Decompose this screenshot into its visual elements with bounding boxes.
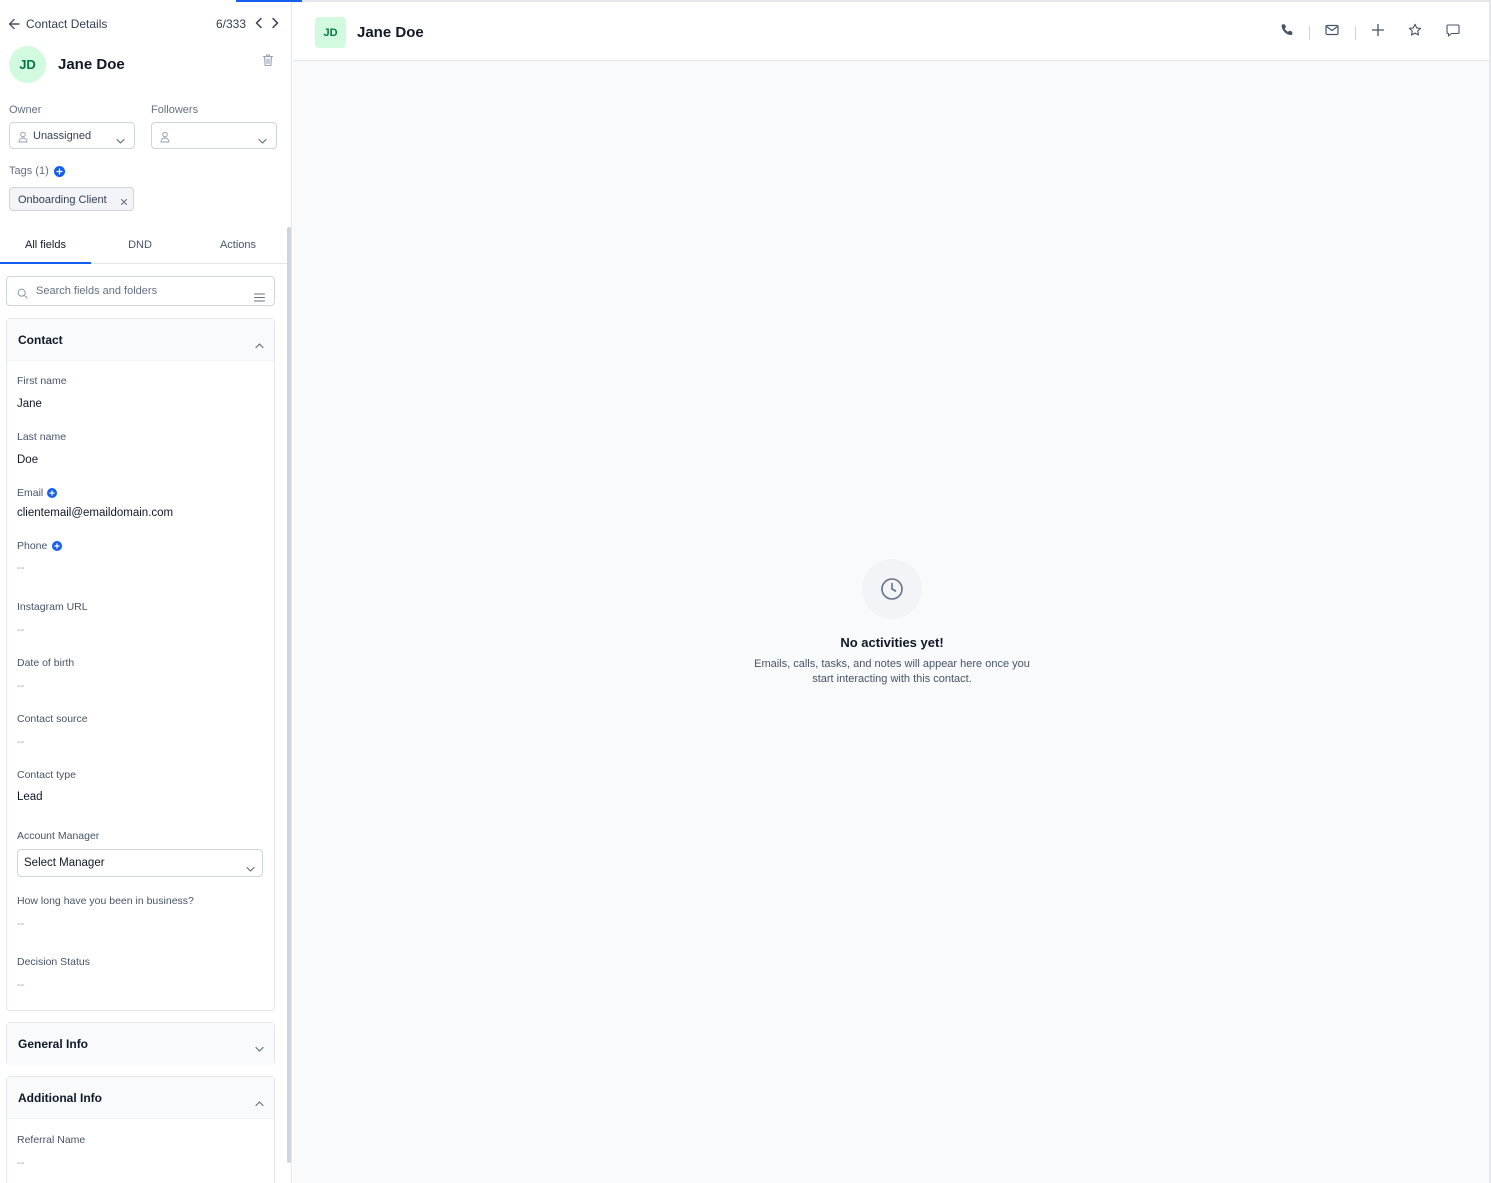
star-icon[interactable]	[1408, 23, 1422, 37]
empty-state-description: Emails, calls, tasks, and notes will app…	[754, 658, 1030, 685]
tab-indicator	[236, 0, 302, 2]
field-label: Contact type	[17, 769, 76, 781]
chevron-down-icon	[246, 860, 255, 872]
add-phone-icon[interactable]	[52, 541, 62, 551]
empty-state-title: No activities yet!	[840, 635, 944, 650]
last-name-value[interactable]: Doe	[17, 454, 38, 466]
chevron-left-icon[interactable]	[253, 16, 265, 30]
contact-type-value[interactable]: Lead	[17, 791, 43, 803]
contact-source-value[interactable]: --	[17, 736, 24, 748]
user-icon	[160, 130, 170, 143]
chevron-down-icon	[258, 132, 267, 144]
comment-icon[interactable]	[1446, 23, 1460, 37]
chevron-up-icon	[255, 1094, 264, 1107]
divider	[1309, 26, 1310, 40]
clock-icon	[880, 577, 904, 601]
sidebar-title: Contact Details	[26, 17, 108, 31]
business-length-value[interactable]: --	[17, 918, 24, 930]
tag-label: Onboarding Client	[18, 194, 107, 206]
user-icon	[18, 130, 28, 143]
section-title: General Info	[18, 1037, 89, 1051]
followers-label: Followers	[151, 104, 199, 116]
mail-icon[interactable]	[1325, 23, 1339, 37]
trash-icon[interactable]	[262, 53, 274, 67]
section-general-info: General Info	[6, 1022, 275, 1065]
avatar: JD	[315, 17, 346, 48]
followers-select[interactable]	[151, 122, 277, 149]
section-title: Additional Info	[18, 1091, 102, 1105]
tab-dnd[interactable]: DND	[91, 227, 189, 263]
first-name-value[interactable]: Jane	[17, 398, 42, 410]
phone-icon[interactable]	[1280, 23, 1294, 37]
field-label: First name	[17, 375, 67, 387]
search-fields	[6, 276, 275, 306]
search-input[interactable]	[36, 283, 246, 299]
field-label: Instagram URL	[17, 601, 88, 613]
filter-icon[interactable]	[254, 289, 265, 302]
record-pager: 6/333	[216, 17, 247, 31]
owner-select[interactable]: Unassigned	[9, 122, 135, 149]
page-title: Jane Doe	[357, 24, 424, 41]
search-icon	[17, 286, 28, 299]
sidebar-topbar: Contact Details 6/333	[0, 0, 291, 48]
owner-value: Unassigned	[33, 130, 92, 142]
referral-name-value[interactable]: --	[17, 1157, 24, 1169]
tag-chip: Onboarding Client	[9, 187, 134, 211]
chevron-up-icon	[255, 336, 264, 349]
tags-label: Tags (1)	[9, 165, 49, 177]
back-arrow-icon[interactable]	[8, 17, 20, 31]
instagram-value[interactable]: --	[17, 624, 24, 636]
field-label: Contact source	[17, 713, 88, 725]
plus-icon[interactable]	[1371, 23, 1385, 37]
field-label: Email	[17, 487, 44, 499]
chevron-down-icon	[255, 1040, 264, 1052]
field-label: Last name	[17, 431, 67, 443]
add-tag-icon[interactable]	[54, 166, 65, 177]
empty-state-icon-circle	[862, 559, 922, 619]
section-additional-header[interactable]: Additional Info	[7, 1077, 274, 1119]
section-additional-info: Additional Info	[6, 1076, 275, 1183]
owner-label: Owner	[9, 104, 42, 116]
decision-status-value[interactable]: --	[17, 979, 24, 991]
close-icon[interactable]	[119, 194, 129, 206]
add-email-icon[interactable]	[47, 488, 57, 498]
field-label: Phone	[17, 540, 48, 552]
tab-actions[interactable]: Actions	[189, 227, 287, 263]
divider	[1355, 26, 1356, 40]
section-general-header[interactable]: General Info	[7, 1023, 274, 1065]
tab-all-fields[interactable]: All fields	[0, 227, 91, 264]
contact-sidebar: Contact Details 6/333 JD Jane Doe Owner …	[0, 0, 292, 1183]
account-manager-value: Select Manager	[24, 857, 105, 869]
contact-name: Jane Doe	[58, 56, 125, 73]
section-contact-header[interactable]: Contact	[7, 319, 274, 361]
field-label: How long have you been in business?	[17, 895, 194, 907]
sidebar-scrollbar[interactable]	[287, 227, 291, 1163]
field-label: Decision Status	[17, 956, 90, 968]
activity-panel: JD Jane Doe No activities yet! Emails, c…	[293, 0, 1491, 1183]
email-value[interactable]: clientemail@emaildomain.com	[17, 507, 173, 519]
field-label: Account Manager	[17, 830, 100, 842]
phone-value[interactable]: --	[17, 562, 24, 574]
main-header: JD Jane Doe	[293, 0, 1491, 61]
section-title: Contact	[18, 333, 63, 347]
chevron-down-icon	[116, 132, 125, 144]
field-label: Referral Name	[17, 1134, 86, 1146]
dob-value[interactable]: --	[17, 680, 24, 692]
account-manager-select[interactable]: Select Manager	[17, 849, 263, 877]
avatar: JD	[9, 46, 46, 83]
field-tabs: All fields DND Actions	[0, 227, 288, 264]
chevron-right-icon[interactable]	[269, 16, 281, 30]
field-label: Date of birth	[17, 657, 75, 669]
